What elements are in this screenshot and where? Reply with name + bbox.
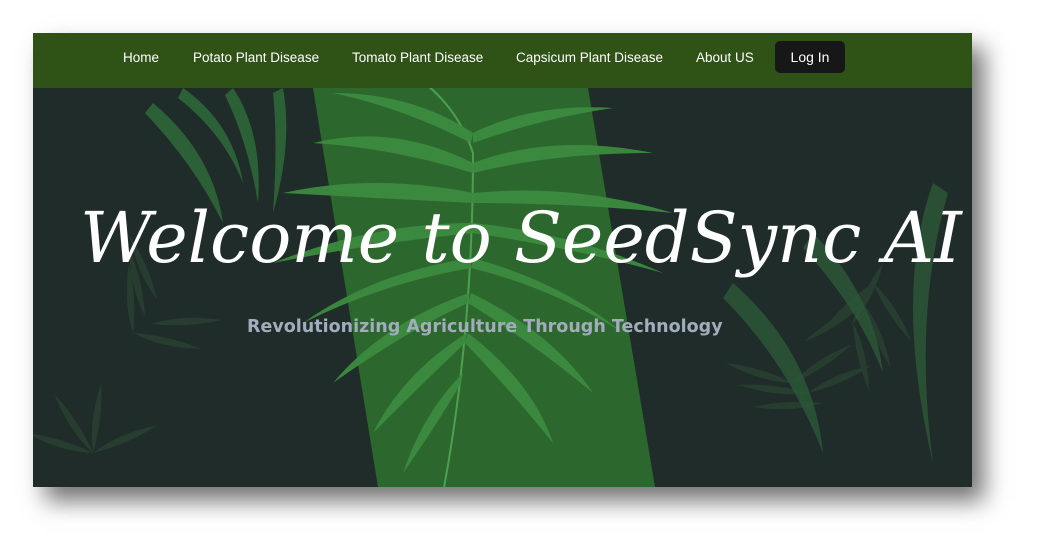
nav-link-tomato-plant-disease[interactable]: Tomato Plant Disease <box>352 50 483 65</box>
top-navbar: Home Potato Plant Disease Tomato Plant D… <box>33 33 972 88</box>
login-button[interactable]: Log In <box>775 41 845 73</box>
hero-title: Welcome to SeedSync AI <box>80 197 962 279</box>
nav-link-potato-plant-disease[interactable]: Potato Plant Disease <box>193 50 319 65</box>
hero-subtitle: Revolutionizing Agriculture Through Tech… <box>247 317 723 337</box>
nav-link-home[interactable]: Home <box>123 50 159 65</box>
nav-link-about-us[interactable]: About US <box>696 50 754 65</box>
app-window: Home Potato Plant Disease Tomato Plant D… <box>33 33 972 487</box>
nav-link-capsicum-plant-disease[interactable]: Capsicum Plant Disease <box>516 50 663 65</box>
